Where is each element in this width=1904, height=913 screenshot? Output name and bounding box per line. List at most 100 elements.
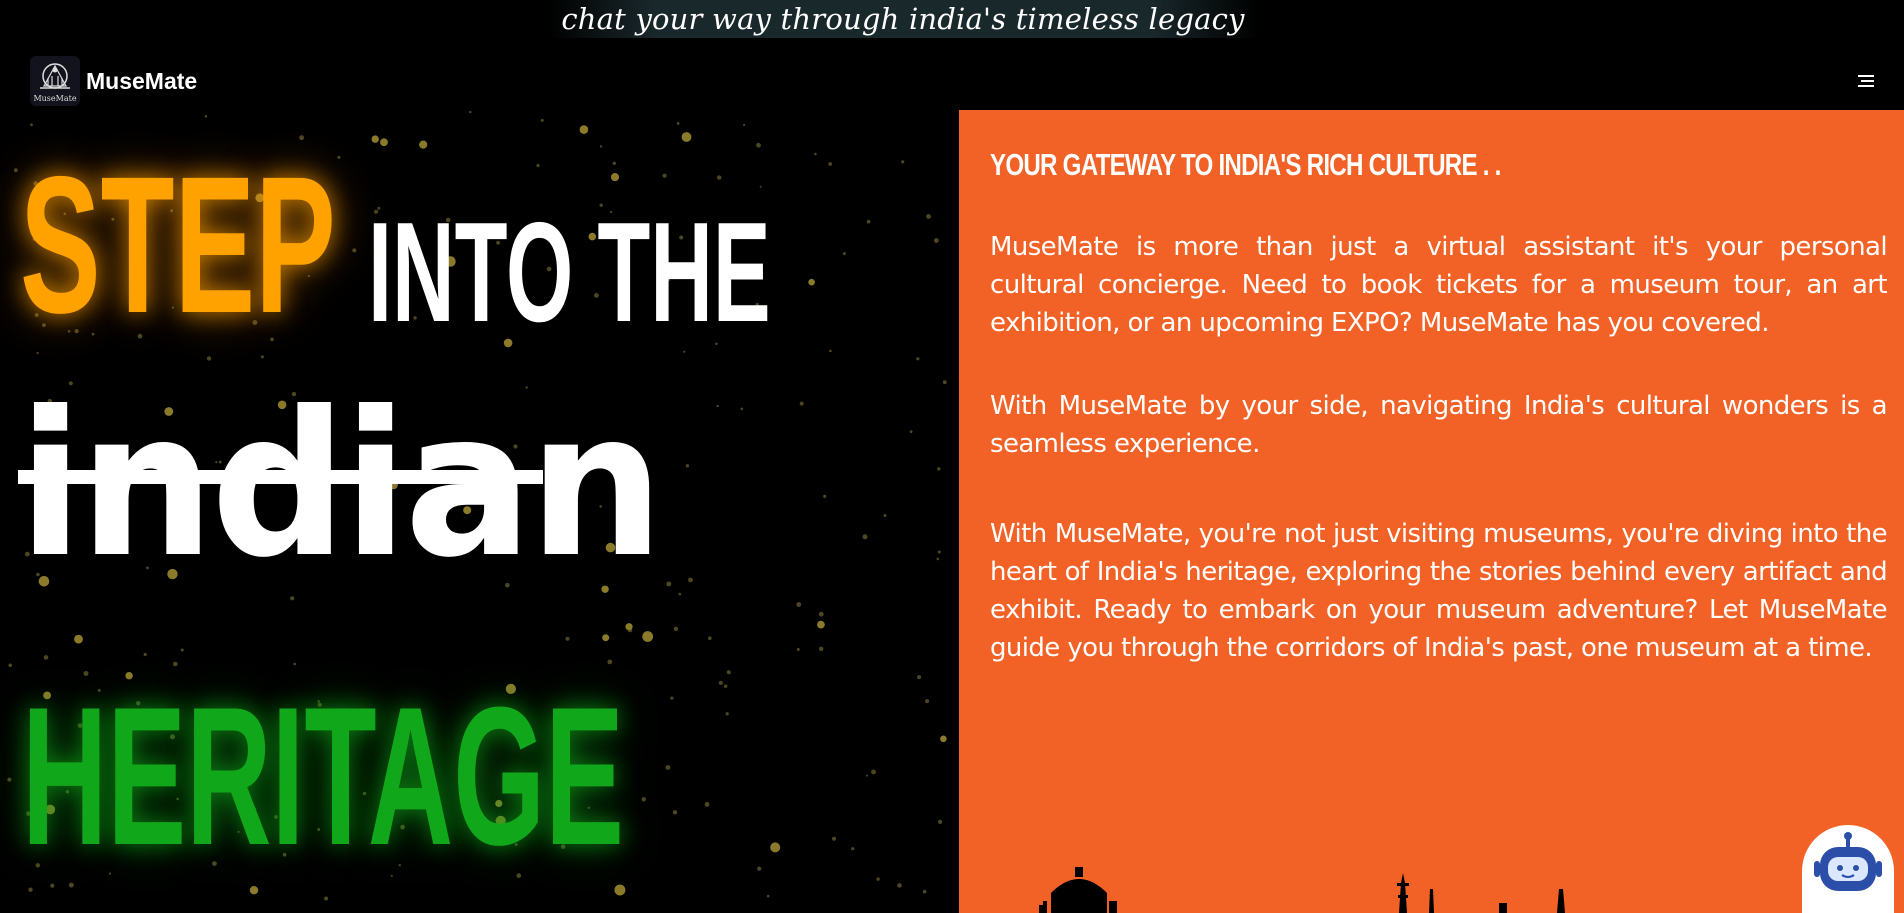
- star-particle: [672, 810, 678, 815]
- hero-section: STEP INTO THE indian HERITAGE: [0, 110, 959, 913]
- star-particle: [371, 135, 379, 143]
- tagline: chat your way through india's timeless l…: [548, 0, 1258, 38]
- star-particle: [337, 155, 341, 159]
- star-particle: [599, 145, 603, 148]
- star-particle: [819, 646, 824, 651]
- star-particle: [818, 611, 824, 617]
- star-particle: [249, 886, 259, 895]
- star-particle: [862, 534, 868, 540]
- info-paragraph-2: With MuseMate by your side, navigating I…: [990, 391, 1888, 459]
- star-particle: [940, 735, 947, 743]
- hero-word-step: STEP: [20, 136, 336, 354]
- star-particle: [206, 356, 212, 361]
- star-particle: [851, 847, 855, 851]
- star-particle: [642, 631, 654, 642]
- star-particle: [204, 115, 208, 118]
- brand-link[interactable]: MuseMate MuseMate: [30, 56, 197, 106]
- star-particle: [13, 168, 18, 173]
- hero-word-heritage: HERITAGE: [22, 666, 624, 886]
- logo-caption: MuseMate: [33, 94, 77, 103]
- star-particle: [832, 836, 836, 841]
- star-particle: [670, 696, 674, 700]
- star-particle: [866, 774, 868, 777]
- star-particle: [8, 663, 12, 668]
- star-particle: [716, 404, 719, 408]
- star-particle: [43, 655, 49, 660]
- star-particle: [718, 680, 723, 685]
- star-particle: [917, 675, 922, 680]
- star-particle: [925, 699, 930, 704]
- menu-button[interactable]: [1856, 71, 1876, 91]
- star-particle: [685, 464, 690, 468]
- star-particle: [676, 122, 680, 125]
- star-particle: [665, 765, 671, 770]
- star-particle: [625, 623, 633, 631]
- star-particle: [796, 602, 802, 607]
- star-particle: [7, 777, 12, 782]
- star-particle: [866, 219, 871, 224]
- star-particle: [926, 214, 931, 219]
- star-particle: [260, 355, 264, 359]
- star-particle: [28, 887, 33, 892]
- star-particle: [724, 684, 728, 688]
- star-particle: [842, 252, 846, 256]
- star-particle: [662, 173, 667, 178]
- star-particle: [817, 620, 825, 629]
- star-particle: [883, 514, 887, 517]
- star-particle: [936, 557, 940, 561]
- star-particle: [540, 118, 544, 122]
- star-particle: [942, 380, 947, 385]
- star-particle: [937, 550, 941, 554]
- star-particle: [823, 494, 827, 498]
- top-banner: chat your way through india's timeless l…: [0, 0, 1904, 52]
- star-particle: [681, 132, 692, 142]
- star-particle: [796, 648, 800, 651]
- star-particle: [725, 712, 729, 716]
- star-particle: [708, 636, 712, 640]
- star-particle: [688, 577, 693, 583]
- star-particle: [380, 138, 388, 147]
- star-particle: [469, 110, 472, 114]
- brand-name: MuseMate: [86, 67, 198, 94]
- star-particle: [909, 430, 913, 433]
- star-particle: [757, 866, 762, 871]
- hero-word-indian: indian: [18, 369, 664, 602]
- star-particle: [916, 357, 920, 361]
- star-particle: [143, 652, 147, 657]
- info-panel: YOUR GATEWAY TO INDIA'S RICH CULTURE . .…: [959, 110, 1904, 913]
- star-particle: [30, 123, 33, 127]
- star-particle: [759, 185, 762, 188]
- menu-icon: [1858, 75, 1874, 87]
- chatbot-button[interactable]: [1802, 825, 1894, 913]
- navbar: MuseMate MuseMate: [0, 52, 1904, 110]
- star-particle: [922, 889, 927, 894]
- star-particle: [74, 634, 83, 644]
- star-particle: [766, 894, 770, 898]
- star-particle: [871, 769, 876, 775]
- star-particle: [901, 160, 905, 164]
- musemate-logo: MuseMate: [30, 56, 80, 106]
- star-particle: [897, 883, 902, 888]
- star-particle: [180, 648, 184, 652]
- star-particle: [666, 581, 672, 587]
- star-particle: [740, 407, 744, 411]
- star-particle: [612, 161, 616, 165]
- star-particle: [756, 142, 761, 148]
- star-particle: [704, 802, 710, 807]
- star-particle: [419, 140, 428, 149]
- info-paragraph-1: MuseMate is more than just a virtual ass…: [990, 232, 1888, 338]
- star-particle: [641, 797, 646, 802]
- star-particle: [610, 173, 620, 182]
- star-particle: [937, 467, 941, 471]
- star-particle: [678, 592, 682, 596]
- star-particle: [673, 626, 679, 631]
- hero-word-into-the: INTO THE: [368, 193, 771, 352]
- star-particle: [602, 634, 610, 642]
- star-particle: [829, 349, 832, 353]
- star-particle: [808, 278, 815, 286]
- star-particle: [717, 175, 722, 180]
- info-paragraph-3: With MuseMate, you're not just visiting …: [990, 519, 1888, 663]
- star-particle: [814, 152, 817, 156]
- star-particle: [938, 819, 943, 825]
- star-particle: [565, 636, 570, 641]
